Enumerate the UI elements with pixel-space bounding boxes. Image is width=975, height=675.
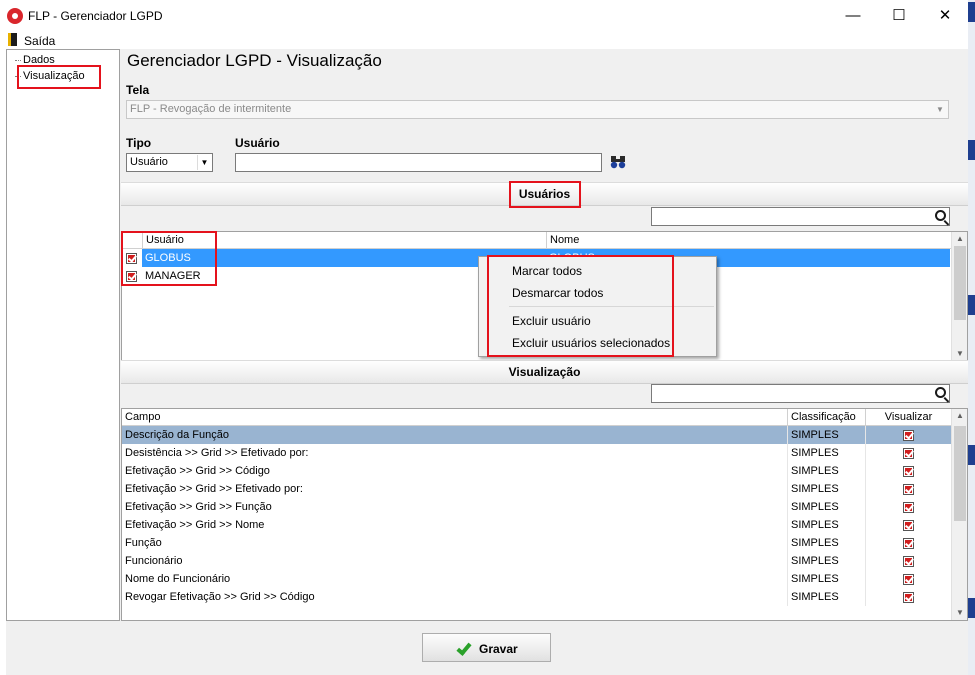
view-cell-visualizar[interactable] (865, 480, 951, 498)
view-cell-campo: Efetivação >> Grid >> Função (125, 501, 272, 513)
close-button[interactable]: ✕ (922, 0, 968, 32)
table-row[interactable]: Efetivação >> Grid >> Nome SIMPLES (122, 516, 951, 534)
view-cell-visualizar[interactable] (865, 444, 951, 462)
view-cell-campo: Descrição da Função (125, 429, 229, 441)
window-title: FLP - Gerenciador LGPD (28, 9, 163, 23)
table-row[interactable]: Descrição da Função SIMPLES (122, 426, 951, 444)
view-cell-visualizar[interactable] (865, 534, 951, 552)
usuario-label: Usuário (235, 136, 280, 150)
view-cell-visualizar[interactable] (865, 426, 951, 444)
table-row[interactable]: Funcionário SIMPLES (122, 552, 951, 570)
view-col-visualizar[interactable]: Visualizar (865, 409, 951, 426)
view-cell-classificacao: SIMPLES (787, 480, 865, 498)
table-row[interactable]: Efetivação >> Grid >> Função SIMPLES (122, 498, 951, 516)
checkbox-checked-icon[interactable] (903, 573, 914, 585)
view-cell-classificacao: SIMPLES (787, 498, 865, 516)
save-button[interactable]: Gravar (422, 633, 551, 662)
view-cell-classificacao: SIMPLES (787, 534, 865, 552)
view-col-classificacao[interactable]: Classificação (787, 409, 865, 426)
view-cell-classificacao: SIMPLES (787, 462, 865, 480)
view-scrollbar[interactable]: ▲ ▼ (951, 409, 967, 620)
view-cell-campo: Funcionário (125, 555, 183, 567)
checkbox-checked-icon[interactable] (903, 591, 914, 603)
scroll-down-icon[interactable]: ▼ (952, 606, 968, 620)
page-title: Gerenciador LGPD - Visualização (127, 51, 382, 70)
view-col-campo[interactable]: Campo (122, 409, 787, 426)
checkbox-checked-icon[interactable] (903, 519, 914, 531)
users-scrollbar[interactable]: ▲ ▼ (951, 232, 967, 361)
view-search-input[interactable] (651, 384, 950, 403)
scroll-thumb[interactable] (954, 246, 966, 320)
exit-door-icon[interactable] (8, 33, 17, 46)
navigation-tree: Dados Visualização (6, 49, 120, 621)
view-cell-classificacao: SIMPLES (787, 570, 865, 588)
view-cell-classificacao: SIMPLES (787, 426, 865, 444)
scroll-down-icon[interactable]: ▼ (952, 347, 968, 361)
view-cell-campo: Revogar Efetivação >> Grid >> Código (125, 591, 315, 603)
annotation-box-tree (17, 65, 101, 89)
minimize-button[interactable]: — (830, 0, 876, 32)
checkmark-icon (456, 640, 472, 656)
binoculars-icon[interactable] (610, 155, 626, 169)
view-cell-visualizar[interactable] (865, 588, 951, 606)
view-cell-campo: Função (125, 537, 162, 549)
users-search-input[interactable] (651, 207, 950, 226)
tela-select: FLP - Revogação de intermitente ▼ (126, 100, 949, 119)
view-section-header: Visualização (121, 360, 968, 384)
tipo-label: Tipo (126, 136, 152, 150)
tipo-select-value: Usuário (130, 156, 168, 168)
table-row[interactable]: Função SIMPLES (122, 534, 951, 552)
annotation-box-context-menu (487, 255, 674, 357)
view-cell-classificacao: SIMPLES (787, 588, 865, 606)
view-cell-visualizar[interactable] (865, 570, 951, 588)
annotation-box-users-title (509, 181, 581, 208)
view-cell-visualizar[interactable] (865, 516, 951, 534)
save-button-label: Gravar (479, 642, 518, 656)
exit-menu-item[interactable]: Saída (24, 34, 55, 48)
view-cell-classificacao: SIMPLES (787, 552, 865, 570)
maximize-button[interactable]: ☐ (876, 0, 922, 32)
view-grid: Campo Classificação Visualizar Descrição… (121, 408, 968, 621)
chevron-down-icon: ▼ (197, 155, 211, 170)
scroll-up-icon[interactable]: ▲ (952, 409, 968, 423)
background-window-edge (968, 0, 975, 675)
search-icon[interactable] (935, 387, 946, 398)
users-col-nome[interactable]: Nome (546, 232, 952, 249)
view-section-title: Visualização (508, 365, 581, 379)
view-cell-visualizar[interactable] (865, 552, 951, 570)
menu-bar (0, 32, 968, 49)
chevron-down-icon: ▼ (936, 105, 944, 114)
scroll-up-icon[interactable]: ▲ (952, 232, 968, 246)
checkbox-checked-icon[interactable] (903, 501, 914, 513)
search-icon[interactable] (935, 210, 946, 221)
view-cell-campo: Efetivação >> Grid >> Efetivado por: (125, 483, 303, 495)
scroll-thumb[interactable] (954, 426, 966, 521)
table-row[interactable]: Nome do Funcionário SIMPLES (122, 570, 951, 588)
table-row[interactable]: Efetivação >> Grid >> Código SIMPLES (122, 462, 951, 480)
view-cell-campo: Efetivação >> Grid >> Código (125, 465, 270, 477)
view-cell-campo: Efetivação >> Grid >> Nome (125, 519, 265, 531)
tela-select-value: FLP - Revogação de intermitente (130, 103, 292, 115)
tipo-select[interactable]: Usuário ▼ (126, 153, 213, 172)
view-cell-campo: Desistência >> Grid >> Efetivado por: (125, 447, 309, 459)
checkbox-checked-icon[interactable] (903, 429, 914, 441)
view-cell-visualizar[interactable] (865, 498, 951, 516)
usuario-input[interactable] (235, 153, 602, 172)
checkbox-checked-icon[interactable] (903, 555, 914, 567)
checkbox-checked-icon[interactable] (903, 537, 914, 549)
app-logo-icon (7, 8, 23, 24)
view-cell-classificacao: SIMPLES (787, 444, 865, 462)
annotation-box-users-grid (121, 231, 217, 286)
view-cell-visualizar[interactable] (865, 462, 951, 480)
checkbox-checked-icon[interactable] (903, 447, 914, 459)
view-cell-classificacao: SIMPLES (787, 516, 865, 534)
table-row[interactable]: Efetivação >> Grid >> Efetivado por: SIMP… (122, 480, 951, 498)
checkbox-checked-icon[interactable] (903, 465, 914, 477)
table-row[interactable]: Desistência >> Grid >> Efetivado por: SIM… (122, 444, 951, 462)
view-cell-campo: Nome do Funcionário (125, 573, 231, 585)
checkbox-checked-icon[interactable] (903, 483, 914, 495)
tela-label: Tela (126, 83, 150, 97)
table-row[interactable]: Revogar Efetivação >> Grid >> Código SIMP… (122, 588, 951, 606)
